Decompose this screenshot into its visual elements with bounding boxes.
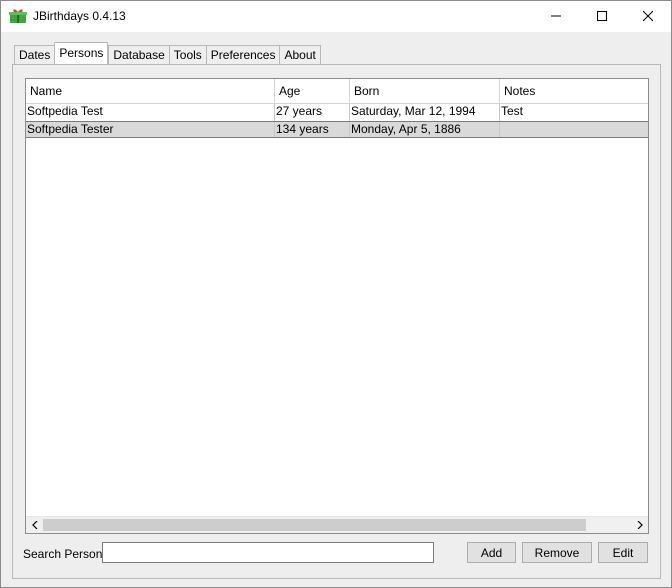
minimize-icon [551, 10, 561, 24]
cell-name[interactable]: Softpedia Test [26, 104, 275, 121]
app-window: JBirthdays 0.4.13 Dates Persons Database… [0, 0, 672, 588]
horizontal-scrollbar[interactable] [26, 516, 648, 533]
edit-button[interactable]: Edit [598, 542, 648, 563]
minimize-button[interactable] [533, 1, 579, 32]
column-header-born[interactable]: Born [350, 79, 500, 104]
scroll-left-button[interactable] [26, 517, 43, 533]
column-header-name[interactable]: Name [26, 79, 275, 104]
add-button[interactable]: Add [467, 542, 516, 563]
column-header-age[interactable]: Age [275, 79, 350, 104]
tab-preferences[interactable]: Preferences [205, 45, 280, 65]
cell-born[interactable]: Saturday, Mar 12, 1994 [350, 104, 500, 121]
cell-notes[interactable] [500, 122, 648, 137]
column-header-notes[interactable]: Notes [500, 79, 648, 104]
close-button[interactable] [625, 1, 671, 32]
search-person-label: Search Person: [23, 547, 106, 561]
tab-dates[interactable]: Dates [14, 45, 55, 65]
gift-icon [9, 8, 27, 24]
maximize-icon [597, 10, 607, 24]
tab-database[interactable]: Database [108, 45, 169, 65]
cell-age[interactable]: 134 years [275, 122, 350, 137]
tab-bar: Dates Persons Database Tools Preferences… [14, 42, 321, 65]
cell-age[interactable]: 27 years [275, 104, 350, 121]
maximize-button[interactable] [579, 1, 625, 32]
table-row[interactable]: Softpedia Test 27 years Saturday, Mar 12… [26, 104, 648, 121]
remove-button[interactable]: Remove [522, 542, 592, 563]
window-title: JBirthdays 0.4.13 [33, 9, 126, 23]
close-icon [642, 10, 654, 24]
tab-about[interactable]: About [279, 45, 321, 65]
cell-born[interactable]: Monday, Apr 5, 1886 [350, 122, 500, 137]
search-person-input[interactable] [102, 542, 434, 563]
cell-notes[interactable]: Test [500, 104, 648, 121]
cell-name[interactable]: Softpedia Tester [26, 122, 275, 137]
scroll-right-button[interactable] [631, 517, 648, 533]
chevron-left-icon [31, 518, 38, 532]
tab-persons[interactable]: Persons [54, 42, 109, 64]
title-bar[interactable]: JBirthdays 0.4.13 [1, 1, 671, 32]
table-row-selected[interactable]: Softpedia Tester 134 years Monday, Apr 5… [26, 121, 648, 138]
tab-tools[interactable]: Tools [168, 45, 206, 65]
persons-panel: Name Age Born Notes Softpedia Test 27 ye… [12, 64, 661, 579]
persons-table: Name Age Born Notes Softpedia Test 27 ye… [25, 78, 649, 534]
table-header: Name Age Born Notes [26, 79, 648, 104]
chevron-right-icon [637, 518, 643, 532]
scrollbar-thumb[interactable] [43, 519, 586, 531]
